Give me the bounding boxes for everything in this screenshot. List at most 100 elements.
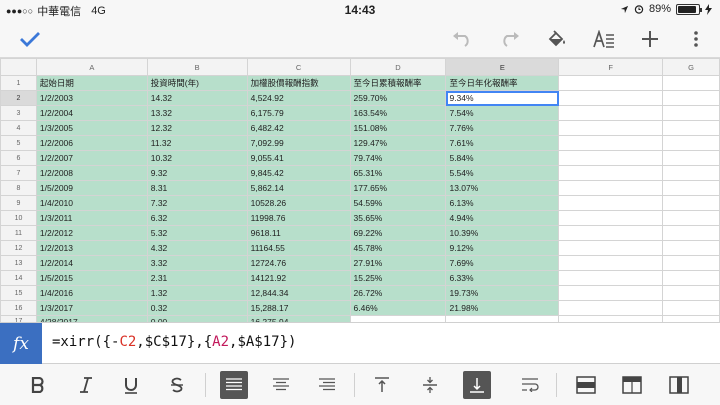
empty-cell[interactable] bbox=[558, 300, 664, 316]
empty-cell[interactable] bbox=[662, 135, 720, 151]
cell[interactable]: 3.32 bbox=[146, 255, 248, 271]
cell[interactable]: 11164.55 bbox=[246, 240, 351, 256]
redo-button[interactable] bbox=[496, 26, 524, 52]
empty-cell[interactable] bbox=[558, 255, 664, 271]
row-header[interactable]: 1 bbox=[0, 75, 37, 91]
cell[interactable]: 至今日年化報酬率 bbox=[445, 75, 560, 91]
cell[interactable]: 1.32 bbox=[146, 285, 248, 301]
text-format-button[interactable] bbox=[590, 26, 618, 52]
cell[interactable]: 1/3/2011 bbox=[35, 210, 148, 226]
row-header[interactable]: 9 bbox=[0, 195, 37, 211]
row-header[interactable]: 16 bbox=[0, 300, 37, 316]
empty-cell[interactable] bbox=[558, 150, 664, 166]
cell-table[interactable]: ABCDEFG 1 起始日期 投資時間(年) 加權股價報酬指數 至今日累積報酬率 至今日年… bbox=[0, 58, 720, 322]
empty-cell[interactable] bbox=[662, 120, 720, 136]
cell[interactable]: 35.65% bbox=[349, 210, 447, 226]
cell[interactable]: 1/4/2010 bbox=[35, 195, 148, 211]
column-header[interactable]: D bbox=[349, 58, 447, 76]
empty-cell[interactable] bbox=[558, 270, 664, 286]
cell[interactable]: 投資時間(年) bbox=[146, 75, 248, 91]
cell[interactable]: 69.22% bbox=[349, 225, 447, 241]
cell[interactable]: 6.46% bbox=[349, 300, 447, 316]
cell[interactable]: 7.54% bbox=[445, 105, 560, 121]
empty-cell[interactable] bbox=[662, 105, 720, 121]
cell[interactable]: 9,055.41 bbox=[246, 150, 351, 166]
formula-bar[interactable]: fx =xirr({-C2,$C$17},{A2,$A$17}) bbox=[0, 322, 720, 364]
row-header[interactable]: 11 bbox=[0, 225, 37, 241]
column-header[interactable]: A bbox=[35, 58, 148, 76]
cell[interactable]: 8.31 bbox=[146, 180, 248, 196]
italic-button[interactable] bbox=[72, 371, 100, 399]
cell[interactable]: 7,092.99 bbox=[246, 135, 351, 151]
cell[interactable]: 163.54% bbox=[349, 105, 447, 121]
underline-button[interactable] bbox=[117, 371, 145, 399]
empty-cell[interactable] bbox=[558, 165, 664, 181]
cell[interactable]: 6,482.42 bbox=[246, 120, 351, 136]
spreadsheet-grid[interactable]: ABCDEFG 1 起始日期 投資時間(年) 加權股價報酬指數 至今日累積報酬率 至今日年… bbox=[0, 58, 720, 322]
cell[interactable]: 1/2/2004 bbox=[35, 105, 148, 121]
cell[interactable]: 1/2/2013 bbox=[35, 240, 148, 256]
cell[interactable]: 1/5/2009 bbox=[35, 180, 148, 196]
cell[interactable]: 15.25% bbox=[349, 270, 447, 286]
cell[interactable]: 10528.26 bbox=[246, 195, 351, 211]
column-header[interactable]: C bbox=[246, 58, 351, 76]
empty-cell[interactable] bbox=[662, 225, 720, 241]
cell[interactable]: 加權股價報酬指數 bbox=[246, 75, 351, 91]
empty-cell[interactable] bbox=[558, 75, 664, 91]
row-format-button[interactable] bbox=[572, 371, 600, 399]
cell[interactable]: 1/2/2007 bbox=[35, 150, 148, 166]
cell[interactable]: 1/5/2015 bbox=[35, 270, 148, 286]
empty-cell[interactable] bbox=[558, 105, 664, 121]
cell[interactable]: 5.32 bbox=[146, 225, 248, 241]
align-left-button[interactable] bbox=[220, 371, 248, 399]
cell[interactable]: 0.32 bbox=[146, 300, 248, 316]
row-header[interactable]: 15 bbox=[0, 285, 37, 301]
cell[interactable]: 9618.11 bbox=[246, 225, 351, 241]
cell[interactable]: 151.08% bbox=[349, 120, 447, 136]
done-button[interactable] bbox=[16, 26, 44, 52]
valign-top-button[interactable] bbox=[368, 371, 396, 399]
cell[interactable]: 10.39% bbox=[445, 225, 560, 241]
empty-cell[interactable] bbox=[662, 285, 720, 301]
empty-cell[interactable] bbox=[558, 180, 664, 196]
cell[interactable]: 11.32 bbox=[146, 135, 248, 151]
row-header[interactable]: 8 bbox=[0, 180, 37, 196]
empty-cell[interactable] bbox=[662, 150, 720, 166]
cell[interactable]: 2.31 bbox=[146, 270, 248, 286]
cell[interactable]: 5.84% bbox=[445, 150, 560, 166]
insert-button[interactable] bbox=[636, 26, 664, 52]
cell[interactable]: 26.72% bbox=[349, 285, 447, 301]
strikethrough-button[interactable] bbox=[163, 371, 191, 399]
empty-cell[interactable] bbox=[662, 300, 720, 316]
empty-cell[interactable] bbox=[662, 90, 720, 106]
empty-cell[interactable] bbox=[662, 270, 720, 286]
corner-cell[interactable] bbox=[0, 58, 37, 76]
empty-cell[interactable] bbox=[662, 195, 720, 211]
cell[interactable]: 6.32 bbox=[146, 210, 248, 226]
cell[interactable]: 9.32 bbox=[146, 165, 248, 181]
cell[interactable]: 7.61% bbox=[445, 135, 560, 151]
column-format-button[interactable] bbox=[665, 371, 693, 399]
cell[interactable]: 7.69% bbox=[445, 255, 560, 271]
align-right-button[interactable] bbox=[313, 371, 341, 399]
cell[interactable]: 4.94% bbox=[445, 210, 560, 226]
cell[interactable]: 12.32 bbox=[146, 120, 248, 136]
cell[interactable]: 14121.92 bbox=[246, 270, 351, 286]
cell[interactable]: 15,288.17 bbox=[246, 300, 351, 316]
cell[interactable]: 27.91% bbox=[349, 255, 447, 271]
empty-cell[interactable] bbox=[558, 240, 664, 256]
valign-middle-button[interactable] bbox=[416, 371, 444, 399]
active-cell[interactable]: 9.34% bbox=[445, 90, 560, 106]
cell[interactable]: 11998.76 bbox=[246, 210, 351, 226]
cell[interactable]: 12,844.34 bbox=[246, 285, 351, 301]
cell[interactable]: 1/3/2005 bbox=[35, 120, 148, 136]
cell[interactable]: 7.76% bbox=[445, 120, 560, 136]
cell[interactable]: 1/2/2006 bbox=[35, 135, 148, 151]
cell[interactable]: 1/4/2016 bbox=[35, 285, 148, 301]
cell[interactable]: 至今日累積報酬率 bbox=[349, 75, 447, 91]
cell[interactable]: 6.33% bbox=[445, 270, 560, 286]
row-header[interactable]: 10 bbox=[0, 210, 37, 226]
cell[interactable]: 1/2/2003 bbox=[35, 90, 148, 106]
align-center-button[interactable] bbox=[267, 371, 295, 399]
empty-cell[interactable] bbox=[558, 285, 664, 301]
